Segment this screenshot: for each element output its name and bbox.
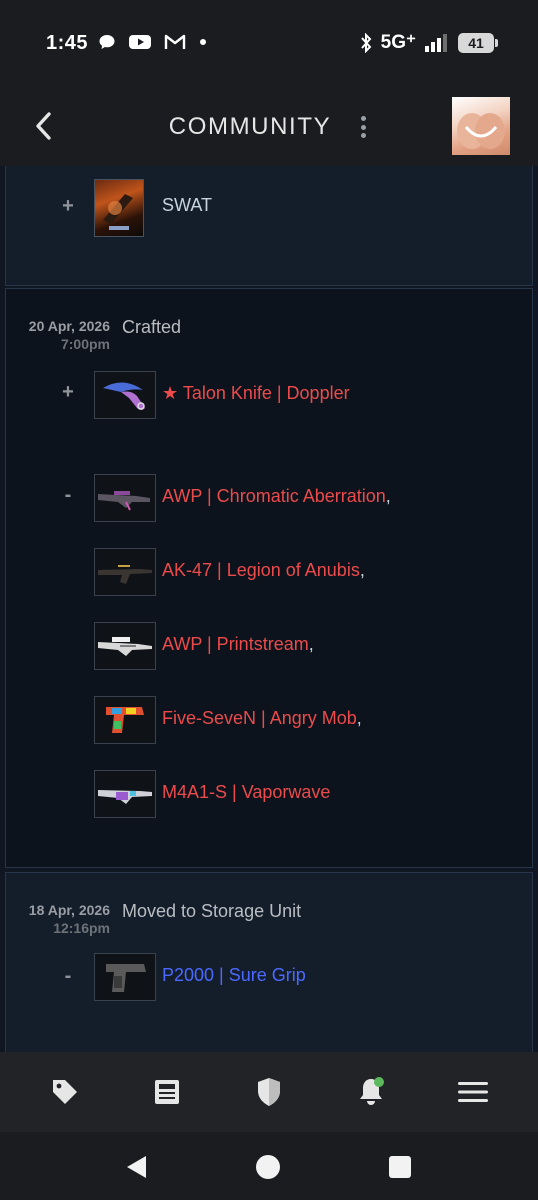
- page-title: COMMUNITY: [168, 113, 332, 140]
- item-thumbnail[interactable]: [94, 371, 156, 419]
- notification-badge: [374, 1077, 384, 1087]
- network-type: 5G⁺: [380, 32, 416, 53]
- pistol-image: [106, 707, 144, 733]
- gmail-icon: [164, 34, 186, 49]
- item-thumbnail[interactable]: [94, 622, 156, 670]
- status-time: 1:45: [46, 32, 89, 54]
- back-triangle-icon: [127, 1156, 146, 1178]
- system-navigation-bar: [0, 1132, 538, 1200]
- status-notification-icons: [98, 33, 208, 51]
- item-thumbnail[interactable]: [94, 696, 156, 744]
- entry-date: 18 Apr, 2026 12:16pm: [28, 902, 110, 936]
- nav-news-button[interactable]: [137, 1062, 197, 1122]
- item-thumbnail[interactable]: [94, 548, 156, 596]
- nav-menu-button[interactable]: [443, 1062, 503, 1122]
- shield-icon: [258, 1078, 280, 1106]
- nav-notifications-button[interactable]: [341, 1062, 401, 1122]
- item-name-link[interactable]: AK-47 | Legion of Anubis,: [162, 560, 365, 581]
- rifle-image: [98, 790, 152, 804]
- system-recents-button[interactable]: [380, 1150, 420, 1184]
- tag-icon: [53, 1080, 77, 1104]
- youtube-icon: [129, 35, 151, 49]
- item-name-link[interactable]: M4A1-S | Vaporwave: [162, 782, 330, 803]
- hamburger-menu-icon: [458, 1082, 488, 1102]
- rifle-image: [98, 565, 152, 584]
- item-thumbnail[interactable]: [94, 770, 156, 818]
- item-name-link[interactable]: ★ Talon Knife | Doppler: [162, 383, 350, 404]
- system-back-button[interactable]: [116, 1150, 156, 1184]
- pistol-image: [106, 964, 146, 992]
- item-sign: -: [64, 484, 72, 506]
- entry-action: Moved to Storage Unit: [122, 901, 302, 921]
- rifle-image: [98, 491, 150, 511]
- bottom-navigation: [0, 1052, 538, 1132]
- item-thumbnail[interactable]: [94, 953, 156, 1001]
- home-circle-icon: [256, 1155, 280, 1179]
- app-header: COMMUNITY: [0, 88, 538, 166]
- signal-icon: [425, 33, 447, 52]
- status-bar: 1:45 5G⁺ 41: [0, 0, 538, 88]
- item-sign: +: [62, 195, 74, 217]
- item-sign: -: [64, 965, 72, 987]
- item-name-link[interactable]: AWP | Chromatic Aberration,: [162, 486, 391, 507]
- entry-date: 20 Apr, 2026 7:00pm: [28, 318, 110, 352]
- chat-bubble-icon: [99, 35, 115, 49]
- inventory-history-list: + SWAT 20 Apr, 2026 7:00pm Crafted + ★ T…: [0, 166, 538, 1052]
- history-entry: 18 Apr, 2026 12:16pm Moved to Storage Un…: [5, 872, 533, 1052]
- item-sign: +: [62, 381, 74, 403]
- rifle-image: [98, 637, 152, 656]
- battery-icon: 41: [458, 32, 498, 53]
- status-system-icons: 5G⁺ 41: [359, 31, 498, 54]
- entry-action: Crafted: [122, 317, 182, 337]
- item-name-link[interactable]: SWAT: [162, 195, 212, 216]
- recents-square-icon: [389, 1156, 411, 1178]
- history-entry: 20 Apr, 2026 7:00pm Crafted + ★ Talon Kn…: [5, 288, 533, 868]
- item-name-link[interactable]: P2000 | Sure Grip: [162, 965, 306, 986]
- dot-icon: [200, 39, 206, 45]
- item-name-link[interactable]: Five-SeveN | Angry Mob,: [162, 708, 362, 729]
- nav-store-button[interactable]: [35, 1062, 95, 1122]
- agent-patch-image: [103, 194, 133, 230]
- battery-level: 41: [468, 34, 484, 51]
- history-entry: + SWAT: [5, 166, 533, 286]
- more-vertical-icon[interactable]: [352, 112, 374, 142]
- item-thumbnail[interactable]: [94, 474, 156, 522]
- avatar-image: [457, 113, 505, 149]
- item-name-link[interactable]: AWP | Printstream,: [162, 634, 314, 655]
- news-icon: [155, 1080, 179, 1104]
- nav-guard-button[interactable]: [239, 1062, 299, 1122]
- bluetooth-icon: [360, 32, 371, 53]
- knife-image: [103, 382, 145, 410]
- avatar[interactable]: [452, 97, 510, 155]
- item-thumbnail-swat[interactable]: [94, 179, 144, 237]
- system-home-button[interactable]: [248, 1150, 288, 1184]
